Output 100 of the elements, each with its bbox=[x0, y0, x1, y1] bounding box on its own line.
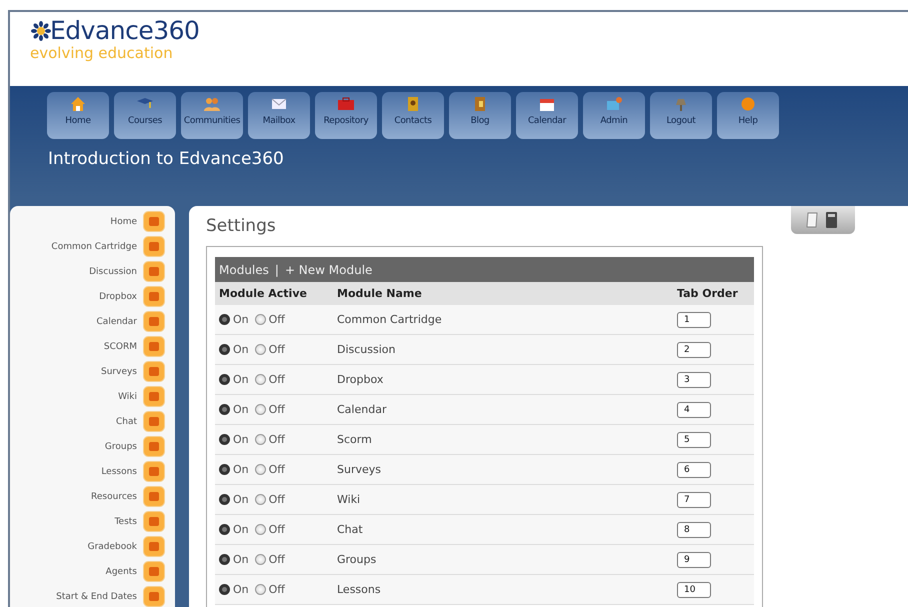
sidebar-item[interactable]: Groups bbox=[104, 436, 165, 457]
radio-button[interactable] bbox=[219, 344, 230, 355]
tab-order-field[interactable]: 10 bbox=[677, 582, 711, 598]
envelope-icon bbox=[270, 96, 288, 112]
radio-label: Off bbox=[268, 403, 285, 416]
tab-order-field[interactable]: 1 bbox=[677, 312, 711, 328]
sidebar-item[interactable]: Dropbox bbox=[99, 286, 165, 307]
module-icon bbox=[143, 511, 165, 532]
page-title: Settings bbox=[206, 216, 276, 238]
nav-button[interactable]: Help bbox=[717, 92, 779, 139]
radio-label: Off bbox=[268, 493, 285, 506]
radio-button[interactable] bbox=[254, 314, 266, 325]
sidebar-item[interactable]: Calendar bbox=[96, 311, 165, 332]
nav-button[interactable]: Courses bbox=[114, 92, 176, 139]
nav-button[interactable]: Repository bbox=[315, 92, 377, 139]
calculator-icon[interactable] bbox=[826, 212, 837, 228]
radio-button[interactable] bbox=[254, 554, 266, 565]
sidebar-item[interactable]: Surveys bbox=[101, 361, 165, 382]
radio-label: On bbox=[233, 373, 249, 386]
sidebar-item[interactable]: Wiki bbox=[118, 386, 165, 407]
radio-button[interactable] bbox=[254, 404, 266, 415]
radio-label: On bbox=[233, 343, 249, 356]
sidebar-item[interactable]: Discussion bbox=[89, 261, 165, 282]
sidebar-item[interactable]: Chat bbox=[116, 411, 165, 432]
module-name: Surveys bbox=[333, 455, 673, 485]
radio-button[interactable] bbox=[219, 464, 230, 475]
people-icon bbox=[203, 96, 221, 112]
new-module-link[interactable]: + New Module bbox=[284, 262, 372, 276]
sidebar-item[interactable]: Lessons bbox=[101, 461, 165, 482]
radio-label: Off bbox=[268, 373, 285, 386]
radio-button[interactable] bbox=[254, 494, 266, 505]
nav-button[interactable]: Admin bbox=[583, 92, 645, 139]
sidebar-item[interactable]: Start & End Dates bbox=[56, 586, 165, 607]
sidebar-item[interactable]: Common Cartridge bbox=[51, 236, 165, 257]
document-icon[interactable] bbox=[806, 212, 818, 228]
radio-button[interactable] bbox=[219, 434, 230, 445]
radio-label: Off bbox=[268, 583, 285, 596]
logo-name: Edvance360 bbox=[50, 18, 200, 43]
radio-label: On bbox=[233, 313, 249, 326]
radio-button[interactable] bbox=[219, 404, 230, 415]
tab-order-field[interactable]: 8 bbox=[677, 522, 711, 538]
module-icon bbox=[143, 361, 165, 382]
radio-button[interactable] bbox=[254, 524, 266, 535]
radio-label: On bbox=[233, 433, 249, 446]
radio-button[interactable] bbox=[254, 344, 266, 355]
module-icon bbox=[143, 286, 165, 307]
radio-button[interactable] bbox=[219, 524, 230, 535]
radio-button[interactable] bbox=[219, 374, 230, 385]
radio-label: Off bbox=[268, 343, 285, 356]
nav-button[interactable]: Mailbox bbox=[248, 92, 310, 139]
radio-button[interactable] bbox=[254, 374, 266, 385]
module-name: Lessons bbox=[333, 575, 673, 605]
nav-button[interactable]: Blog bbox=[449, 92, 511, 139]
tab-order-field[interactable]: 7 bbox=[677, 492, 711, 508]
column-header: Module Active bbox=[215, 282, 333, 305]
module-name: Dropbox bbox=[333, 365, 673, 395]
module-icon bbox=[143, 436, 165, 457]
sidebar-item[interactable]: SCORM bbox=[104, 336, 165, 357]
tab-order-field[interactable]: 9 bbox=[677, 552, 711, 568]
radio-button[interactable] bbox=[254, 584, 266, 595]
house-icon bbox=[69, 96, 87, 112]
nav-button[interactable]: Home bbox=[47, 92, 109, 139]
radio-button[interactable] bbox=[219, 554, 230, 565]
radio-button[interactable] bbox=[219, 314, 230, 325]
nav-button[interactable]: Contacts bbox=[382, 92, 444, 139]
module-name: Wiki bbox=[333, 485, 673, 515]
tab-order-field[interactable]: 6 bbox=[677, 462, 711, 478]
radio-button[interactable] bbox=[254, 464, 266, 475]
radio-button[interactable] bbox=[254, 434, 266, 445]
module-name: Discussion bbox=[333, 335, 673, 365]
radio-label: On bbox=[233, 583, 249, 596]
flower-logo-icon bbox=[30, 21, 52, 43]
nav-button[interactable]: Calendar bbox=[516, 92, 578, 139]
radio-button[interactable] bbox=[219, 494, 230, 505]
radio-label: On bbox=[233, 493, 249, 506]
sidebar-item[interactable]: Home bbox=[110, 211, 165, 232]
tab-order-field[interactable]: 4 bbox=[677, 402, 711, 418]
tab-order-field[interactable]: 5 bbox=[677, 432, 711, 448]
radio-label: On bbox=[233, 403, 249, 416]
module-icon bbox=[143, 386, 165, 407]
tab-order-field[interactable]: 2 bbox=[677, 342, 711, 358]
nav-button[interactable]: Logout bbox=[650, 92, 712, 139]
module-icon bbox=[143, 236, 165, 257]
column-header: Module Name bbox=[333, 282, 673, 305]
sidebar-item[interactable]: Tests bbox=[114, 511, 165, 532]
module-icon bbox=[143, 311, 165, 332]
sidebar-item[interactable]: Gradebook bbox=[88, 536, 165, 557]
radio-button[interactable] bbox=[219, 584, 230, 595]
nav-button[interactable]: Communities bbox=[181, 92, 243, 139]
tab-order-field[interactable]: 3 bbox=[677, 372, 711, 388]
radio-label: Off bbox=[268, 523, 285, 536]
modules-label: Modules bbox=[219, 262, 269, 276]
module-name: Calendar bbox=[333, 395, 673, 425]
sidebar-item[interactable]: Resources bbox=[91, 486, 165, 507]
module-name: Groups bbox=[333, 545, 673, 575]
module-name: Common Cartridge bbox=[333, 305, 673, 335]
module-icon bbox=[143, 411, 165, 432]
radio-label: On bbox=[233, 553, 249, 566]
sidebar-item[interactable]: Agents bbox=[106, 561, 165, 582]
module-icon bbox=[143, 561, 165, 582]
